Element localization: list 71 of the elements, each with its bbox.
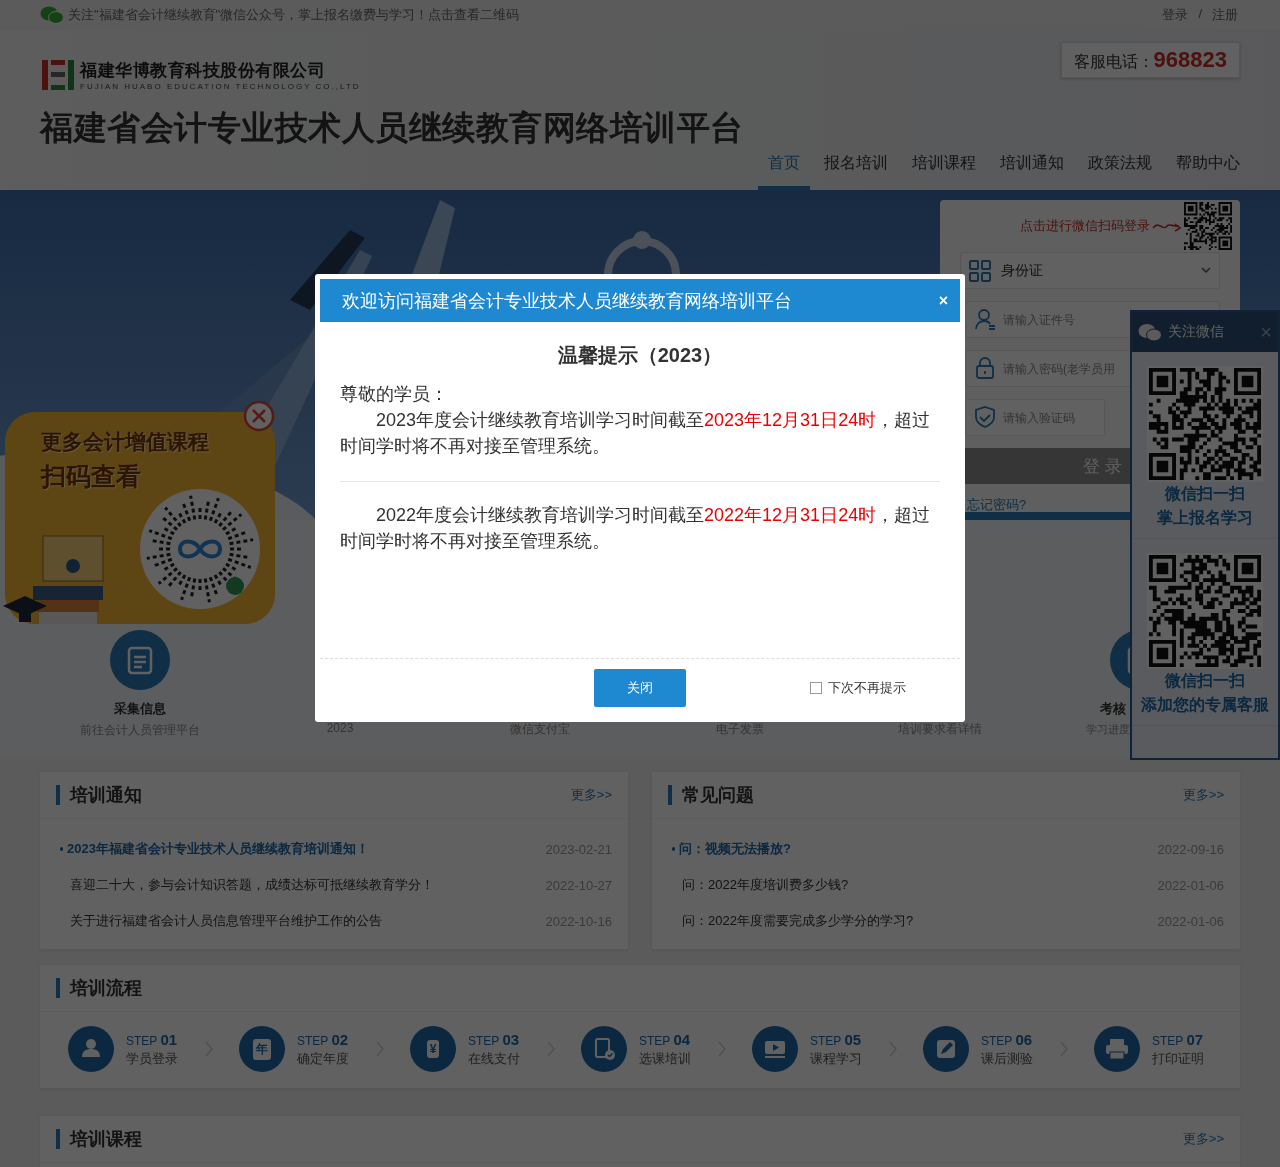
close-button[interactable]: × xyxy=(1260,320,1272,344)
wechat-login-link[interactable]: 点击进行微信扫码登录 xyxy=(1020,217,1150,235)
notice-paragraph: 2022年度会计继续教育培训学习时间截至2022年12月31日24时，超过时间学时将不再对接至管理系统。 xyxy=(340,504,932,553)
feature-title[interactable]: 考核 xyxy=(1100,700,1126,718)
nav-item[interactable]: 报名培训 xyxy=(814,148,898,190)
step-label: 课程学习 xyxy=(810,1049,862,1068)
step-number: STEP 01 xyxy=(126,1030,178,1048)
dialog-title: 欢迎访问福建省会计专业技术人员继续教育网络培训平台 xyxy=(342,289,792,313)
company-name-english: FUJIAN HUABO EDUCATION TECHNOLOGY CO.,LTD xyxy=(80,82,361,91)
wechat-icon xyxy=(40,6,64,24)
wechat-icon xyxy=(1138,322,1162,342)
step-label: 课后测验 xyxy=(981,1049,1033,1068)
user-icon xyxy=(68,1026,114,1072)
document-icon[interactable] xyxy=(110,630,170,690)
play-icon xyxy=(752,1026,798,1072)
more-link[interactable]: 更多>> xyxy=(570,786,612,804)
company-logo-icon xyxy=(40,58,76,92)
qr-caption: 微信扫一扫 xyxy=(1165,484,1245,504)
pencil-icon xyxy=(923,1026,969,1072)
more-link[interactable]: 更多>> xyxy=(1182,1130,1224,1148)
nav-item[interactable]: 培训课程 xyxy=(902,148,986,190)
step-label: 确定年度 xyxy=(297,1049,349,1068)
qr-caption: 添加您的专属客服 xyxy=(1141,695,1269,715)
step-icon: ¥ xyxy=(410,1026,456,1072)
link-separator: / xyxy=(1198,6,1202,23)
nav-item[interactable]: 帮助中心 xyxy=(1166,148,1250,190)
step-number: STEP 04 xyxy=(639,1030,691,1048)
section-title: 培训通知 xyxy=(56,785,142,805)
checkbox-label[interactable]: 下次不再提示 xyxy=(828,679,906,697)
checkbox[interactable] xyxy=(810,682,822,694)
news-link[interactable]: 问：2022年度培训费多少钱? xyxy=(672,876,849,894)
grid-icon xyxy=(969,259,991,282)
dialog-heading: 温馨提示（2023） xyxy=(556,343,724,368)
close-button[interactable]: × xyxy=(938,291,948,310)
step-icon: 年 xyxy=(239,1026,285,1072)
nav-item[interactable]: 政策法规 xyxy=(1078,148,1162,190)
hotline-number: 968823 xyxy=(1153,47,1227,73)
qr-caption: 掌上报名学习 xyxy=(1157,508,1253,528)
step-label: 在线支付 xyxy=(468,1049,520,1068)
chevron-down-icon xyxy=(1201,267,1211,274)
printer-icon xyxy=(1094,1026,1140,1072)
step-number: STEP 07 xyxy=(1152,1030,1204,1048)
step-number: STEP 05 xyxy=(810,1030,862,1048)
id-type-select[interactable]: 身份证 xyxy=(960,252,1220,289)
step-label: 选课培训 xyxy=(639,1049,691,1068)
forgot-password-link[interactable]: 忘记密码? xyxy=(967,496,1027,514)
step-number: STEP 06 xyxy=(981,1030,1033,1048)
company-name: 福建华博教育科技股份有限公司 xyxy=(80,60,326,82)
step-label: 打印证明 xyxy=(1152,1049,1204,1068)
step-number: STEP 03 xyxy=(468,1030,520,1048)
close-icon[interactable] xyxy=(243,400,275,432)
site-title: 福建省会计专业技术人员继续教育网络培训平台 xyxy=(40,108,744,148)
news-link[interactable]: 问：2022年度需要完成多少学分的学习? xyxy=(672,912,914,930)
section-title: 常见问题 xyxy=(668,785,754,805)
close-button[interactable]: 关闭 xyxy=(594,669,686,707)
nav-item[interactable]: 培训通知 xyxy=(990,148,1074,190)
step-label: 学员登录 xyxy=(126,1049,178,1068)
notice-paragraph: 2023年度会计继续教育培训学习时间截至2023年12月31日24时，超过时间学时将不再对接至管理系统。 xyxy=(340,409,932,458)
document-check-icon xyxy=(581,1026,627,1072)
step-number: STEP 02 xyxy=(297,1030,349,1048)
qr-code-corner-icon[interactable] xyxy=(1184,202,1232,250)
greeting-text: 尊敬的学员： xyxy=(340,383,449,406)
hotline-label: 客服电话： xyxy=(1073,52,1154,72)
news-link[interactable]: 关于进行福建省会计人员信息管理平台维护工作的公告 xyxy=(60,912,382,930)
feature-title[interactable]: 采集信息 xyxy=(114,700,166,718)
qr-caption: 微信扫一扫 xyxy=(1165,671,1245,691)
more-link[interactable]: 更多>> xyxy=(1182,786,1224,804)
section-title: 培训课程 xyxy=(56,1129,142,1149)
section-title: 培训流程 xyxy=(56,978,142,998)
mini-program-code[interactable] xyxy=(139,488,261,610)
news-link[interactable]: 喜迎二十大，参与会计知识答题，成绩达标可抵继续教育学分！ xyxy=(60,876,434,894)
